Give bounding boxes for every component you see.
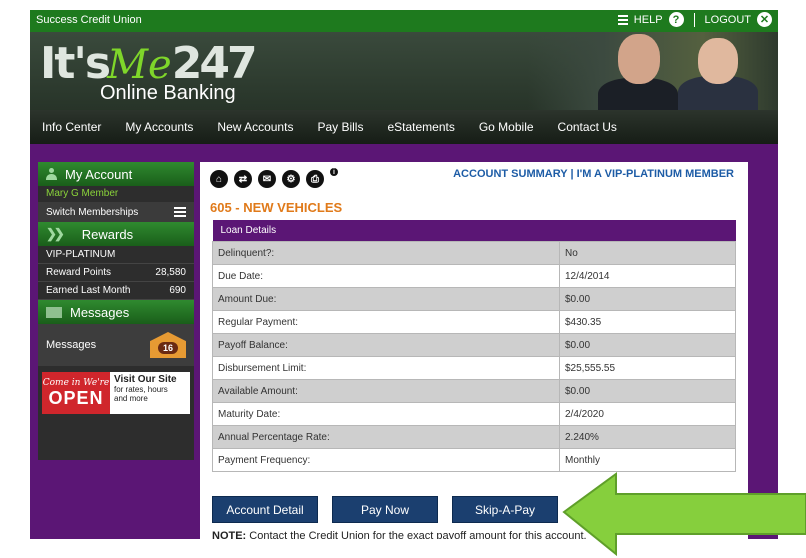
payoff-note: NOTE: Contact the Credit Union for the e…: [212, 530, 587, 539]
double-chevron-icon: ❯❯: [46, 226, 65, 241]
table-row: Disbursement Limit: $25,555.55: [212, 356, 736, 380]
annotation-arrow-icon: [562, 472, 806, 557]
top-links: HELP ? LOGOUT ✕: [617, 12, 772, 27]
earned-last-month-row: Earned Last Month 690: [38, 282, 194, 300]
messages-envelope-icon[interactable]: 16: [150, 332, 186, 358]
messages-count: 16: [157, 342, 178, 354]
nav-pay-bills[interactable]: Pay Bills: [305, 120, 375, 134]
print-icon[interactable]: ⎙: [306, 170, 324, 188]
reward-points-row: Reward Points 28,580: [38, 264, 194, 282]
switch-memberships[interactable]: Switch Memberships: [38, 202, 194, 222]
loan-details-table: Loan Details Delinquent?: No Due Date: 12/…: [212, 220, 736, 472]
settings-icon[interactable]: ⚙: [282, 170, 300, 188]
loan-details-header: Loan Details: [212, 220, 736, 242]
site-header: It'sMe247 Online Banking Info Center My …: [30, 32, 778, 144]
logo-subtitle: Online Banking: [100, 82, 236, 104]
table-row: Due Date: 12/4/2014: [212, 264, 736, 288]
open-sign: Come in We're OPEN: [42, 372, 110, 414]
top-bar: Success Credit Union HELP ? LOGOUT ✕: [30, 10, 778, 32]
my-account-header[interactable]: My Account: [38, 162, 194, 186]
visit-site-promo[interactable]: Come in We're OPEN Visit Our Site for ra…: [42, 372, 190, 414]
messages-box[interactable]: Messages 16: [38, 324, 194, 366]
action-buttons: Account Detail Pay Now Skip-A-Pay: [212, 496, 558, 523]
user-icon: [46, 168, 57, 180]
mail-icon[interactable]: ✉: [258, 170, 276, 188]
table-row: Annual Percentage Rate: 2.240%: [212, 425, 736, 449]
sidebar: My Account Mary G Member Switch Membersh…: [38, 162, 194, 460]
header-photo: [528, 32, 778, 118]
envelope-icon: [46, 306, 62, 318]
help-link[interactable]: HELP: [634, 14, 663, 26]
member-name: Mary G Member: [38, 186, 194, 202]
table-row: Payoff Balance: $0.00: [212, 333, 736, 357]
nav-info-center[interactable]: Info Center: [30, 120, 113, 134]
nav-contact-us[interactable]: Contact Us: [546, 120, 629, 134]
site-logo[interactable]: It'sMe247 Online Banking: [40, 38, 258, 104]
table-row: Delinquent?: No: [212, 241, 736, 265]
skip-a-pay-button[interactable]: Skip-A-Pay: [452, 496, 558, 523]
page-frame: Success Credit Union HELP ? LOGOUT ✕ It'…: [0, 0, 778, 539]
account-title: 605 - NEW VEHICLES: [210, 200, 343, 215]
table-row: Available Amount: $0.00: [212, 379, 736, 403]
account-summary-title: ACCOUNT SUMMARY | I'M A VIP-PLATINUM MEM…: [453, 168, 734, 180]
table-row: Payment Frequency: Monthly: [212, 448, 736, 472]
divider: [693, 12, 695, 27]
nav-go-mobile[interactable]: Go Mobile: [467, 120, 546, 134]
account-toolbar: ⌂ ⇄ ✉ ⚙ ⎙ i: [210, 168, 338, 188]
table-row: Regular Payment: $430.35: [212, 310, 736, 334]
account-detail-button[interactable]: Account Detail: [212, 496, 318, 523]
nav-new-accounts[interactable]: New Accounts: [205, 120, 305, 134]
menu-icon[interactable]: [174, 205, 186, 219]
main-nav: Info Center My Accounts New Accounts Pay…: [30, 110, 778, 144]
help-icon[interactable]: ?: [668, 12, 684, 27]
reward-tier: VIP-PLATINUM: [38, 246, 194, 264]
pay-now-button[interactable]: Pay Now: [332, 496, 438, 523]
transfer-icon[interactable]: ⇄: [234, 170, 252, 188]
nav-estatements[interactable]: eStatements: [375, 120, 466, 134]
table-row: Maturity Date: 2/4/2020: [212, 402, 736, 426]
menu-icon[interactable]: [617, 13, 628, 27]
table-row: Amount Due: $0.00: [212, 287, 736, 311]
nav-my-accounts[interactable]: My Accounts: [113, 120, 205, 134]
credit-union-name: Success Credit Union: [36, 14, 142, 26]
logout-link[interactable]: LOGOUT: [705, 14, 751, 26]
close-icon[interactable]: ✕: [757, 12, 772, 27]
home-icon[interactable]: ⌂: [210, 170, 228, 188]
rewards-header[interactable]: ❯❯ Rewards: [38, 222, 194, 246]
messages-header[interactable]: Messages: [38, 300, 194, 324]
info-icon[interactable]: i: [330, 168, 338, 176]
